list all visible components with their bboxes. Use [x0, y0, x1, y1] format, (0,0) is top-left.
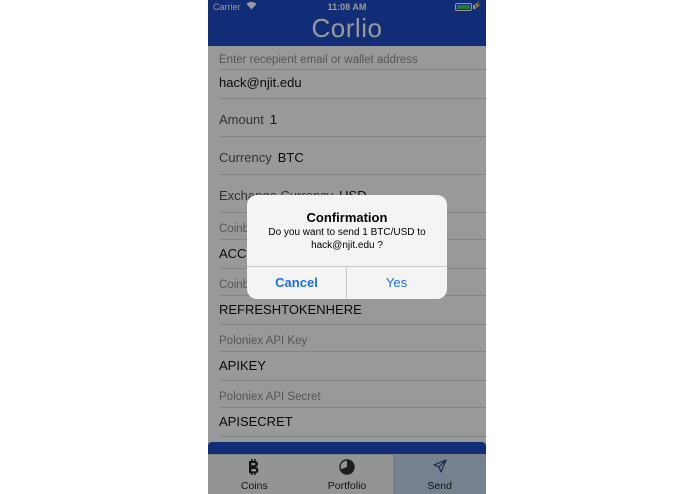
- cancel-button[interactable]: Cancel: [247, 267, 346, 299]
- alert-message: Do you want to send 1 BTC/USD to hack@nj…: [268, 227, 426, 251]
- alert-title: Confirmation: [306, 210, 388, 225]
- confirmation-alert: Confirmation Do you want to send 1 BTC/U…: [247, 195, 447, 299]
- yes-button[interactable]: Yes: [347, 267, 446, 299]
